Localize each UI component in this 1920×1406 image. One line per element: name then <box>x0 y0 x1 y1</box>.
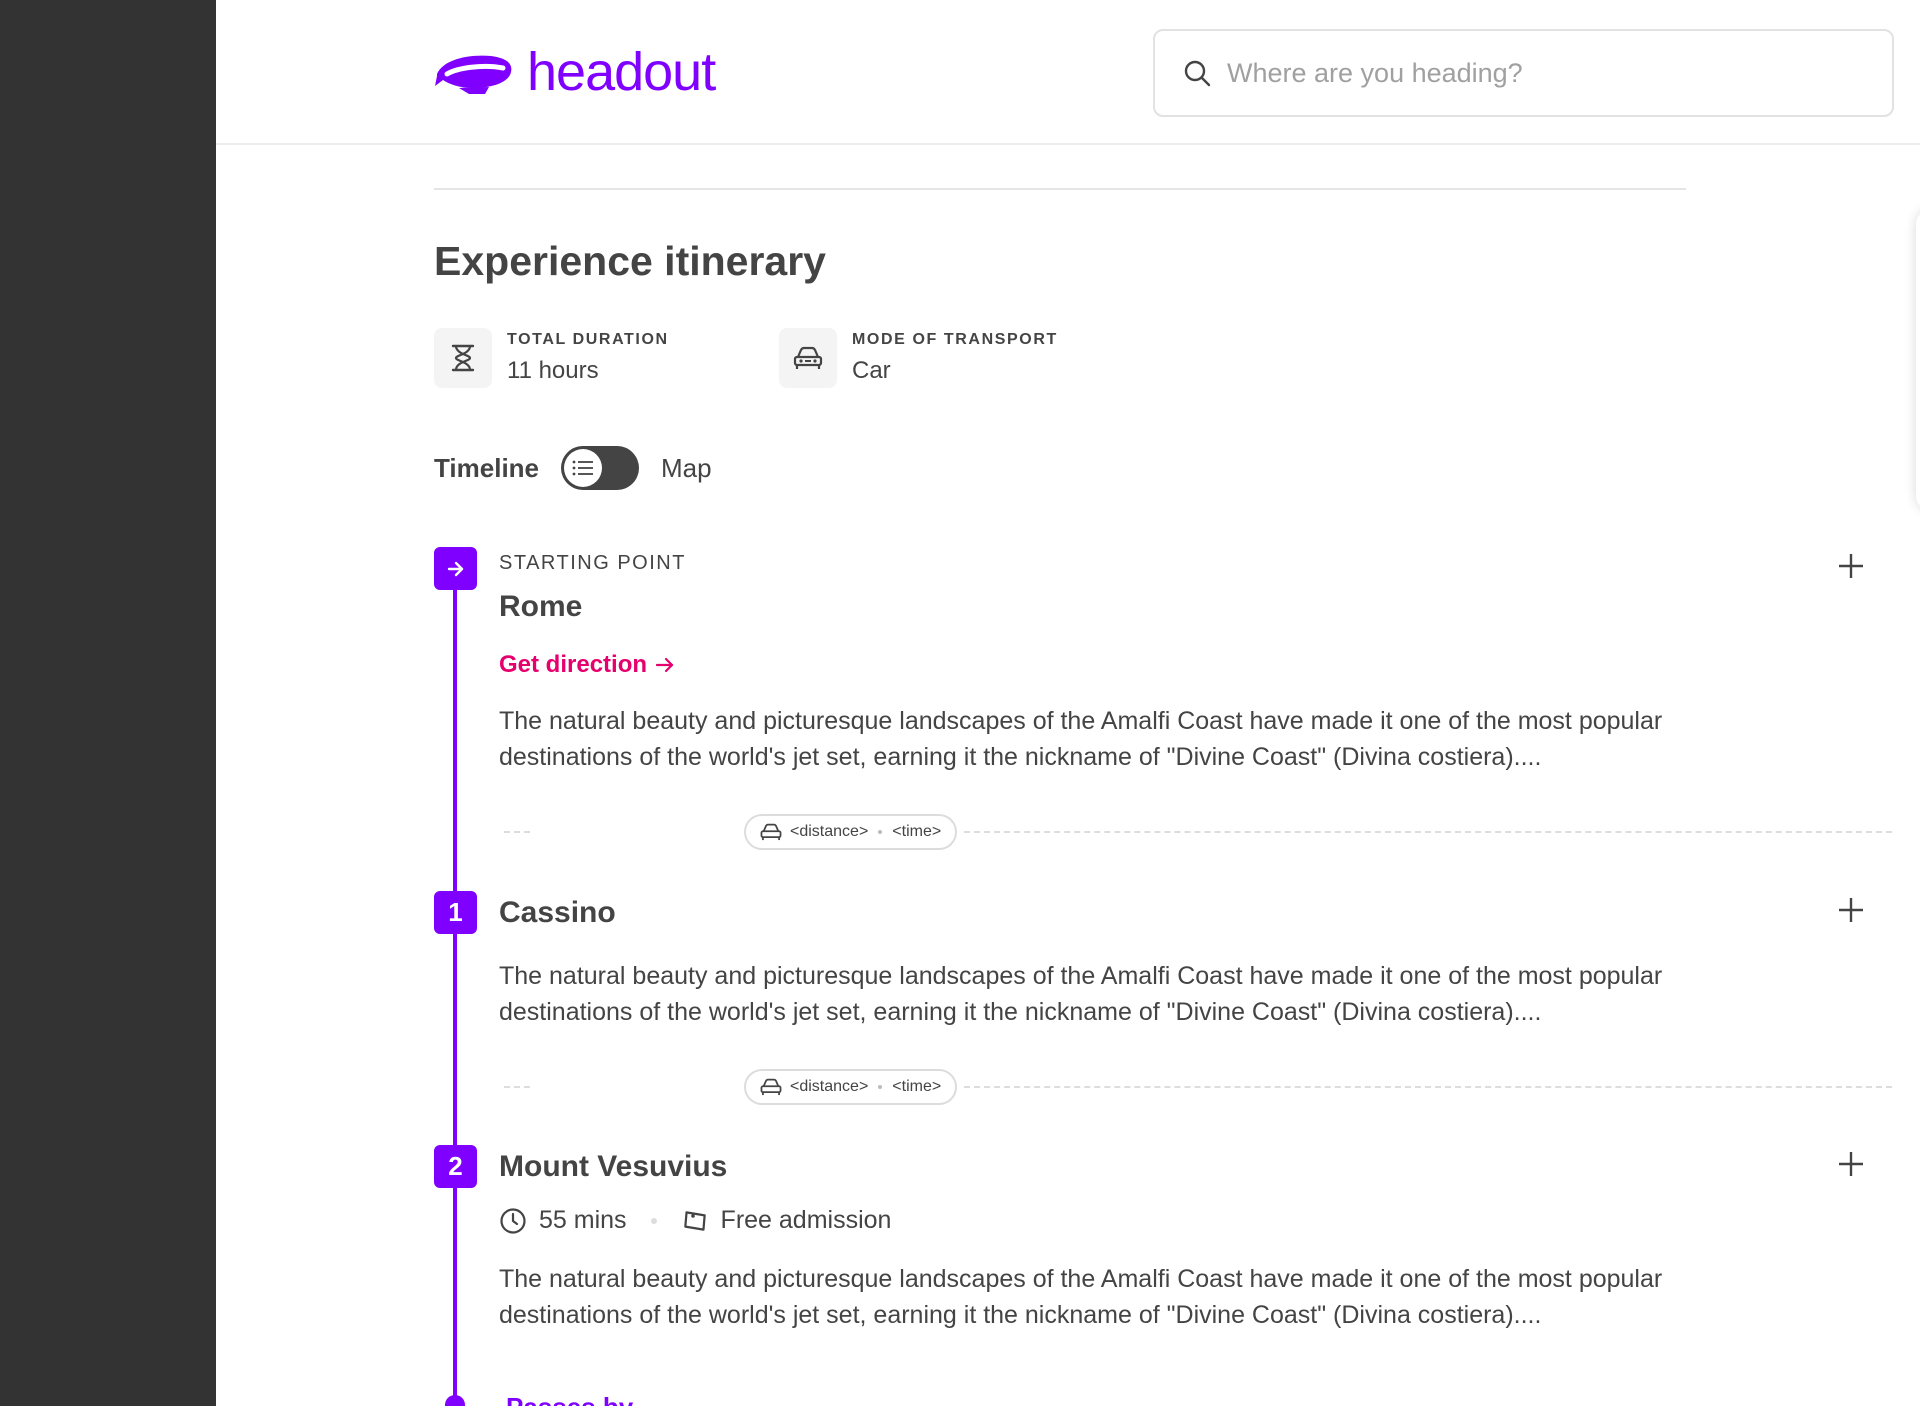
stop-description: The natural beauty and picturesque lands… <box>499 962 1663 1026</box>
stop-marker-2: 2 <box>434 1145 477 1188</box>
stop-admission: Free admission <box>720 1206 892 1234</box>
mode-of-transport-info: MODE OF TRANSPORT Car <box>779 328 1058 388</box>
transit-row: <distance> <time> <box>504 814 1892 850</box>
transit-time: <time> <box>892 823 942 840</box>
stop-marker-1: 1 <box>434 891 477 934</box>
total-duration-label: TOTAL DURATION <box>507 331 669 348</box>
toggle-label-map[interactable]: Map <box>661 453 712 484</box>
side-floating-panel-edge <box>1916 210 1920 510</box>
airship-logo-icon <box>435 55 512 94</box>
list-icon <box>564 449 603 487</box>
section-divider <box>434 188 1686 190</box>
logo-wordmark: headout <box>527 42 716 102</box>
toggle-label-timeline[interactable]: Timeline <box>434 453 539 484</box>
starting-point-kicker: STARTING POINT <box>499 552 686 574</box>
stop-name-mount-vesuvius: Mount Vesuvius <box>499 1150 728 1183</box>
passes-by-heading: Passes by <box>506 1392 633 1406</box>
transit-distance: <distance> <box>790 1078 869 1095</box>
stop-info-row: 55 mins Free admission <box>499 1206 891 1235</box>
mode-of-transport-label: MODE OF TRANSPORT <box>852 331 1058 348</box>
expand-plus-icon[interactable] <box>1835 1148 1867 1180</box>
site-header: headout <box>216 0 1920 145</box>
transit-pill: <distance> <time> <box>744 1069 958 1105</box>
transit-distance: <distance> <box>790 823 869 840</box>
car-icon <box>760 1078 782 1096</box>
stop-duration: 55 mins <box>539 1206 627 1234</box>
headout-logo[interactable]: headout <box>433 42 716 102</box>
transit-time: <time> <box>892 1078 942 1095</box>
transit-pill: <distance> <time> <box>744 814 958 850</box>
search-box[interactable] <box>1153 29 1894 117</box>
view-toggle-switch[interactable] <box>561 446 640 490</box>
stop-description: The natural beauty and picturesque lands… <box>499 1265 1663 1329</box>
stop-description: The natural beauty and picturesque lands… <box>499 707 1663 771</box>
left-backdrop-panel <box>0 0 216 1406</box>
stop-name-cassino: Cassino <box>499 896 616 929</box>
transit-row: <distance> <time> <box>504 1069 1892 1105</box>
mode-of-transport-value: Car <box>852 357 891 384</box>
expand-plus-icon[interactable] <box>1835 894 1867 926</box>
arrow-right-icon <box>655 657 674 673</box>
get-direction-link[interactable]: Get direction <box>499 651 675 679</box>
car-icon <box>779 328 837 388</box>
hourglass-icon <box>434 328 492 388</box>
expand-plus-icon[interactable] <box>1835 550 1867 582</box>
timeline-map-toggle: Timeline Map <box>434 446 712 490</box>
car-icon <box>760 823 782 841</box>
itinerary-title: Experience itinerary <box>434 238 826 284</box>
clock-icon <box>500 1207 526 1234</box>
timeline-rail <box>453 565 457 1405</box>
page-main: headout Experience itinerary TOTAL DURAT… <box>216 0 1920 1406</box>
total-duration-value: 11 hours <box>507 357 599 384</box>
timeline-end-dot <box>445 1395 465 1406</box>
ticket-icon <box>683 1210 706 1231</box>
search-icon <box>1184 60 1211 87</box>
stop-name-rome: Rome <box>499 590 583 623</box>
search-input[interactable] <box>1227 57 1827 89</box>
get-direction-label: Get direction <box>499 651 648 678</box>
starting-point-marker <box>434 547 477 590</box>
arrow-right-icon <box>447 561 463 576</box>
total-duration-info: TOTAL DURATION 11 hours <box>434 328 669 388</box>
